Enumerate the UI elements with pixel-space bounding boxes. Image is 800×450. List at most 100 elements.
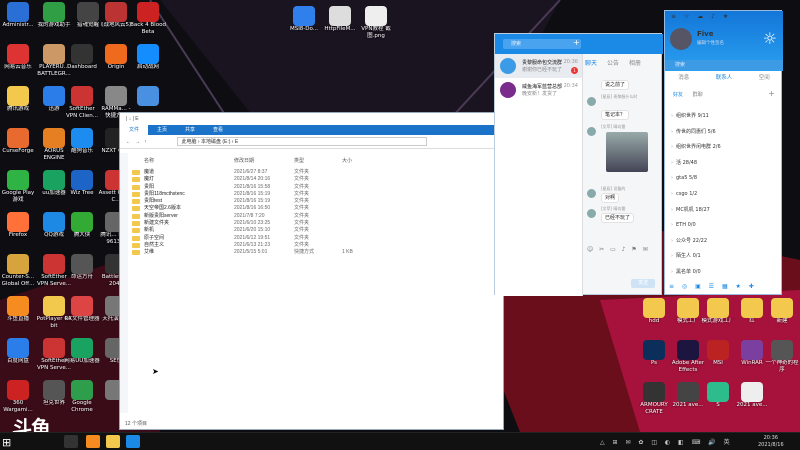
desktop-icon[interactable]: 酷狗音乐	[64, 128, 100, 172]
system-tray[interactable]: △ ⊞ ✉ ✿ ◫ ◐ ◧ ⌨ 🔊 英	[600, 437, 733, 446]
desktop-icon[interactable]: 2021 ave...	[734, 382, 770, 426]
tab-announcement[interactable]: 公告	[607, 58, 619, 67]
subtab-groups[interactable]: 群聊	[693, 92, 703, 98]
tab-messages[interactable]: 消息	[678, 73, 689, 81]
desktop-icon[interactable]: 一个神奇的程序	[764, 340, 800, 384]
file-row[interactable]: 新版贵阳server 2021/7/8 7:20 文件夹	[120, 213, 505, 220]
qq-search-input[interactable]: 搜索	[665, 60, 783, 70]
desktop-icon[interactable]: ARMOURY CRATE	[636, 382, 672, 426]
desktop-icon[interactable]: 模式游戏工厂	[700, 298, 736, 342]
column-name[interactable]: 名称	[144, 157, 154, 164]
file-row[interactable]: 新建文件夹 2021/6/10 23:25 文件夹	[120, 220, 505, 227]
friend-group[interactable]: › csgo 1/2	[665, 187, 783, 203]
desktop-icon[interactable]: MSI8-Do...	[286, 6, 322, 50]
desktop-icon[interactable]: Dashboard	[64, 44, 100, 88]
ribbon-tab-home[interactable]: 主页	[148, 125, 176, 135]
desktop-icon[interactable]: Wiz Tree	[64, 170, 100, 214]
conversation-item[interactable]: 威鱼海军蓝营总部 晚安新！发货了 20:34	[495, 78, 582, 102]
desktop-icon[interactable]: 网易云音乐	[0, 44, 36, 88]
file-row[interactable]: 艾维 2021/5/15 5:01 快捷方式 1 KB	[120, 249, 505, 256]
weather-sun-icon[interactable]: ☼	[763, 29, 777, 48]
friend-group[interactable]: › 组织世界闲电群 2/6	[665, 140, 783, 156]
desktop-icon[interactable]: 腾大侠	[64, 212, 100, 256]
sender-avatar[interactable]	[587, 127, 596, 136]
address-path[interactable]: 此电脑 › 本地磁盘 (E:) › E	[176, 137, 427, 146]
file-row[interactable]: 魔道 2021/6/27 8:37 文件夹	[120, 169, 505, 176]
douyu-task-icon[interactable]	[86, 435, 100, 448]
desktop-icon[interactable]: Google Play 游戏	[0, 170, 36, 214]
desktop-icon[interactable]: HttpFileM...	[322, 6, 358, 50]
desktop-icon[interactable]: Back 4 Blood Beta	[130, 2, 166, 46]
file-row[interactable]: 天空帝国2.6版本 2021/8/16 16:50 文件夹	[120, 205, 505, 212]
tab-chat[interactable]: 聊天	[585, 58, 597, 67]
header-icons[interactable]: ≡ ☆ ☁ ♪ ★	[671, 13, 731, 20]
tab-album[interactable]: 相册	[629, 58, 641, 67]
desktop-icon[interactable]: hdd	[636, 298, 672, 342]
file-row[interactable]: 贵阳 2021/8/16 15:58 文件夹	[120, 184, 505, 191]
file-explorer-window[interactable]: | ↓ | E 文件 主页 共享 查看 ← → ↑ 此电脑 › 本地磁盘 (E:…	[119, 112, 504, 430]
file-row[interactable]: 贵阳118mcthstenc 2021/8/16 15:19 文件夹	[120, 191, 505, 198]
image-message[interactable]	[606, 132, 648, 172]
task-view-icon[interactable]	[64, 435, 78, 448]
subtab-friends[interactable]: 好友	[673, 92, 683, 98]
ribbon-tab-view[interactable]: 查看	[204, 125, 232, 135]
desktop-icon[interactable]: Counter-S... Global Off...	[0, 254, 36, 298]
column-type[interactable]: 类型	[294, 157, 304, 164]
back-arrow-icon[interactable]: ←	[126, 139, 131, 145]
qq-main-panel[interactable]: ≡ ☆ ☁ ♪ ★ Five 编辑个性签名 ☼ 搜索 消息 联系人 空间 好友 …	[664, 10, 783, 295]
tab-contacts[interactable]: 联系人	[716, 73, 733, 81]
file-row[interactable]: 魔灯 2021/8/14 20:16 文件夹	[120, 176, 505, 183]
desktop-icon[interactable]: Google Chrome	[64, 380, 100, 424]
forward-arrow-icon[interactable]: →	[135, 139, 140, 145]
desktop-icon[interactable]: 《战地风云5》	[98, 2, 134, 46]
desktop-icon[interactable]: RX文件管理器	[64, 296, 100, 340]
friend-group[interactable]: › 组织世界 9/11	[665, 109, 783, 125]
sender-avatar[interactable]	[587, 209, 596, 218]
explorer-task-icon[interactable]	[106, 435, 120, 448]
friend-group[interactable]: › ETH 0/0	[665, 218, 783, 234]
desktop-icon[interactable]: MSI	[700, 340, 736, 384]
explorer-titlebar[interactable]: | ↓ | E	[120, 113, 503, 125]
desktop-icon[interactable]: Ps	[636, 340, 672, 384]
friend-group[interactable]: › 活 28/48	[665, 156, 783, 172]
friend-group[interactable]: › gta5 5/8	[665, 171, 783, 187]
signature[interactable]: 编辑个性签名	[697, 40, 724, 46]
chat-search-input[interactable]: 搜索	[503, 39, 581, 49]
file-row[interactable]: 新机 2021/6/20 15:10 文件夹	[120, 227, 505, 234]
friend-group[interactable]: › 黑名单 0/0	[665, 265, 783, 281]
ribbon-tab-share[interactable]: 共享	[176, 125, 204, 135]
desktop-icon[interactable]: SoftEther VPN Clien...	[64, 86, 100, 130]
column-size[interactable]: 大小	[342, 157, 352, 164]
desktop-icon[interactable]: 新建	[764, 298, 800, 342]
file-row[interactable]: 原子空间 2021/6/12 19:51 文件夹	[120, 235, 505, 242]
send-button[interactable]: 发送	[631, 279, 655, 288]
tab-space[interactable]: 空间	[759, 73, 770, 81]
ribbon-tab-file[interactable]: 文件	[120, 125, 149, 135]
sender-avatar[interactable]	[587, 189, 596, 198]
friend-group[interactable]: › 公众号 22/22	[665, 234, 783, 250]
desktop-icon[interactable]: Firefox	[0, 212, 36, 256]
clock[interactable]: 20:36 2021/8/16	[758, 435, 784, 449]
add-contact-icon[interactable]: +	[768, 89, 775, 98]
desktop-icon[interactable]: S	[700, 382, 736, 426]
avatar[interactable]	[670, 28, 692, 50]
friend-group[interactable]: › MC机机 18/27	[665, 203, 783, 219]
add-icon[interactable]: +	[573, 38, 580, 47]
qq-bottom-toolbar[interactable]: ≡ ◎ ▣ ☰ ▦ ★ ✚	[669, 283, 757, 290]
friend-group[interactable]: › 传世的同惠们 5/6	[665, 125, 783, 141]
qq-chat-window[interactable]: 搜索 + 贵黎服命包交流群 谢谢你已经不玩了 20:36 1 威鱼海军蓝营总部 晚安新！发…	[494, 33, 663, 296]
qq-task-icon[interactable]	[126, 435, 140, 448]
desktop-icon[interactable]: 腾讯游戏	[0, 86, 36, 130]
up-arrow-icon[interactable]: ↑	[144, 139, 147, 145]
desktop-icon[interactable]: 百度网盘	[0, 338, 36, 382]
friend-group[interactable]: › 陌生人 0/1	[665, 249, 783, 265]
desktop-icon[interactable]: 我的游戏助手	[36, 2, 72, 46]
desktop-icon[interactable]: Origin	[98, 44, 134, 88]
chat-toolbar[interactable]: ☺ ✂ ▭ ♪ ⚑ ✉	[587, 246, 661, 256]
desktop-icon[interactable]: 命运方舟	[64, 254, 100, 298]
column-date[interactable]: 修改日期	[234, 157, 254, 164]
sender-avatar[interactable]	[587, 97, 596, 106]
desktop-icon[interactable]: 网易UU加速器	[64, 338, 100, 382]
desktop-icon[interactable]: 斗鱼直播	[0, 296, 36, 340]
start-windows-icon[interactable]: ⊞	[2, 436, 11, 449]
